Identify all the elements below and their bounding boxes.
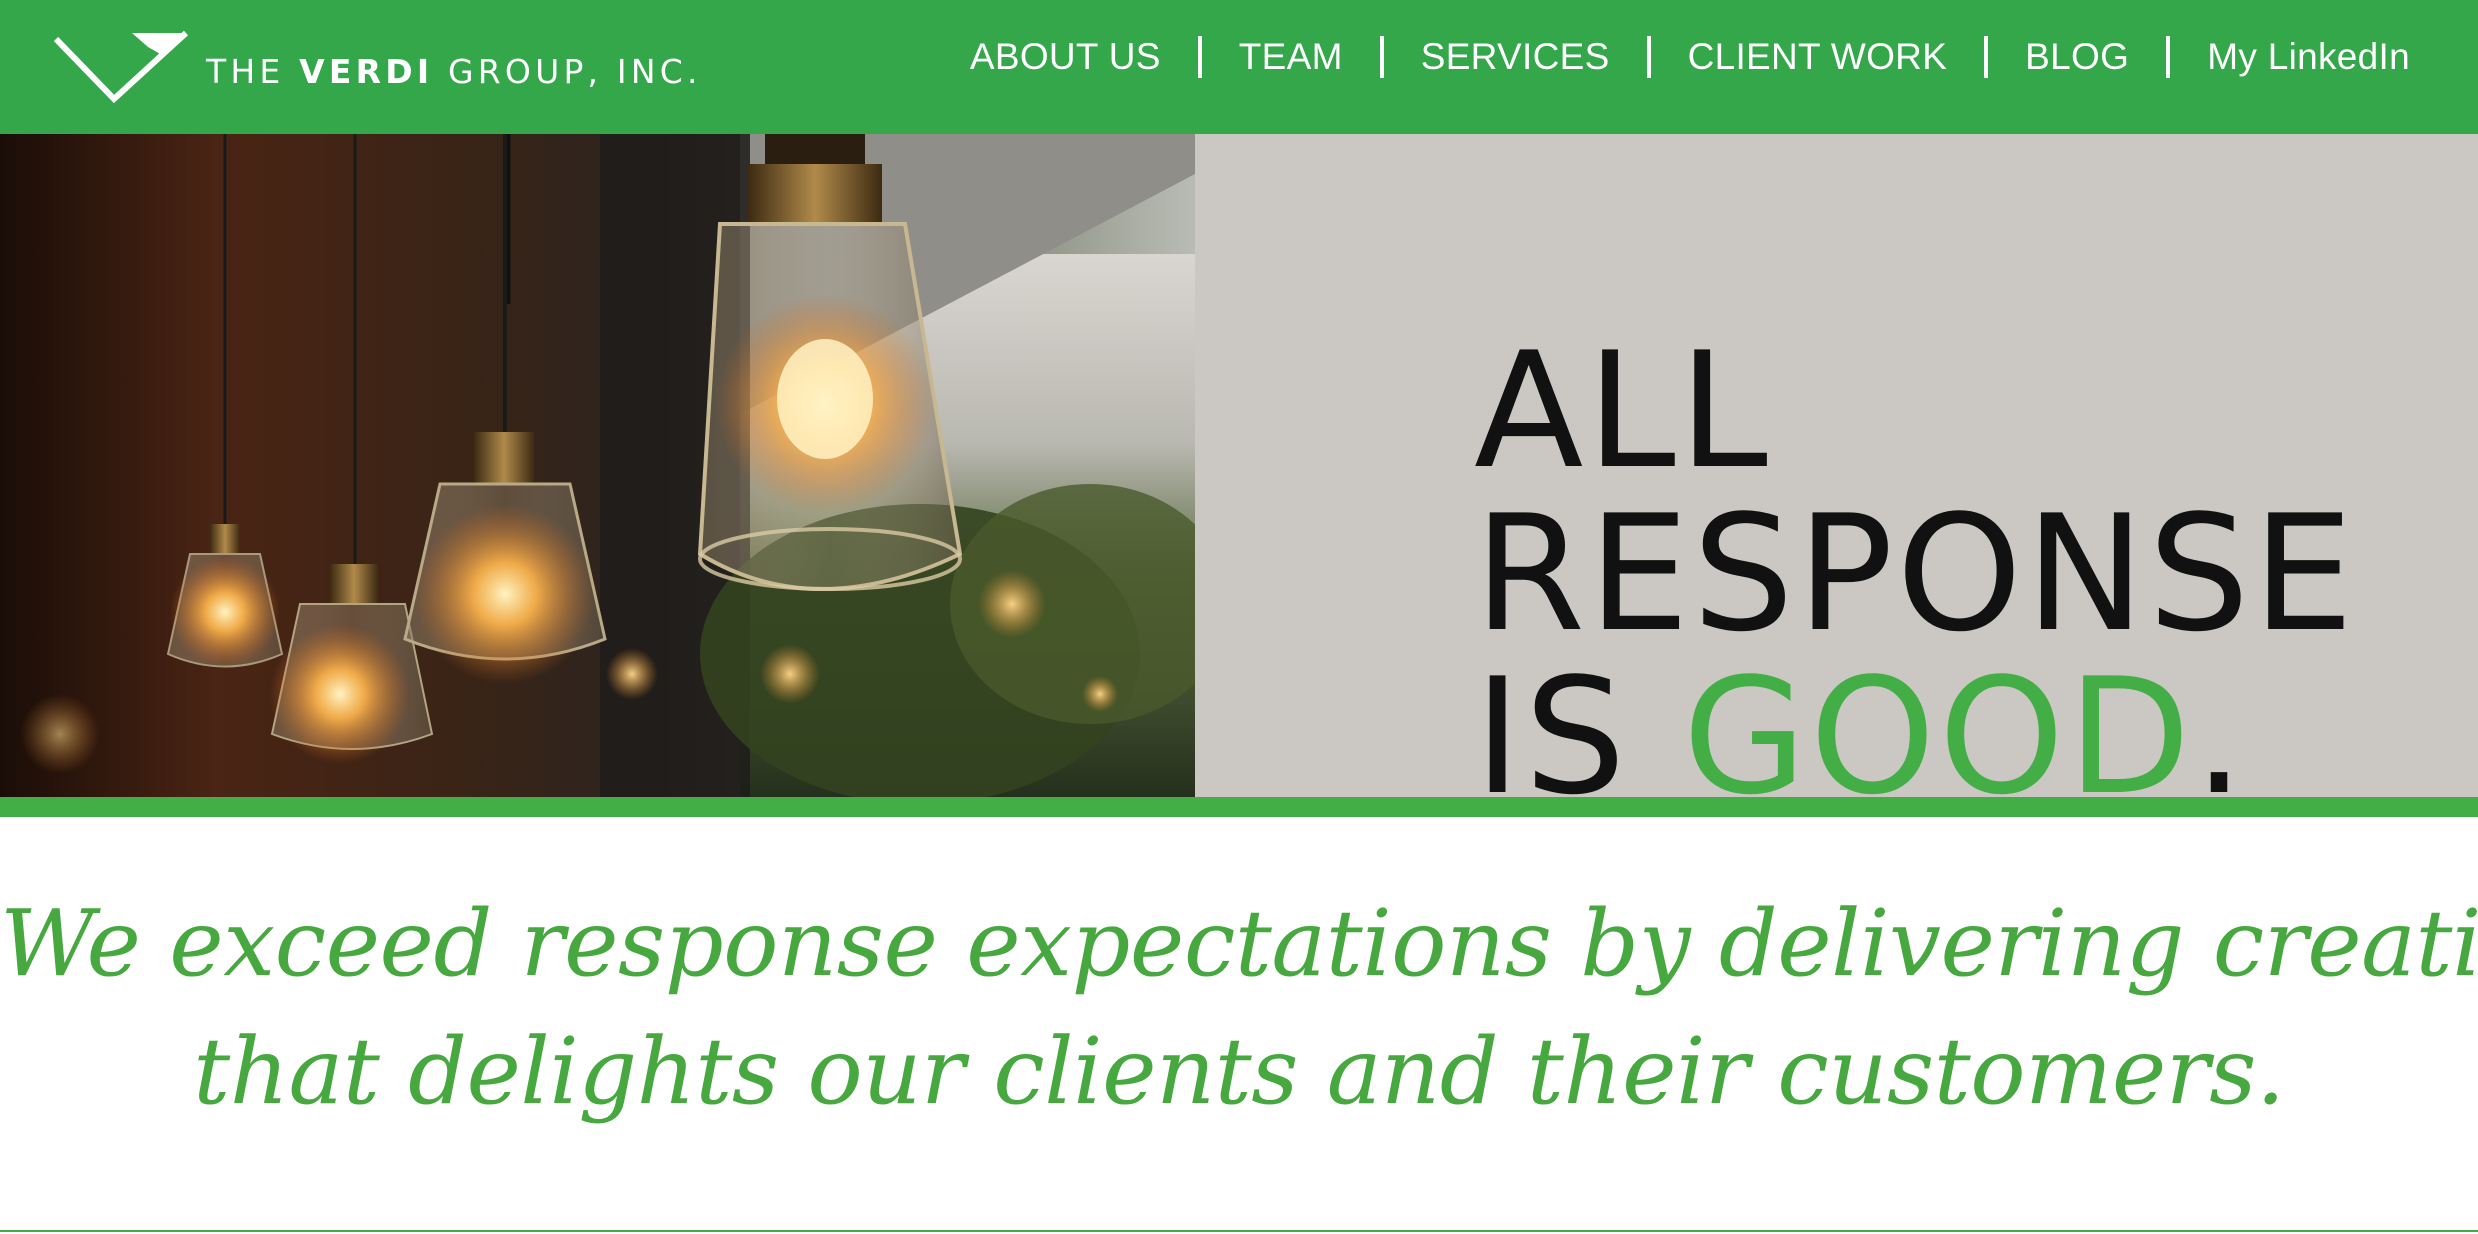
logo-text-the: THE: [206, 51, 285, 91]
logo-wordmark: THE VERDI GROUP, INC.: [206, 52, 702, 91]
headline-period: .: [2193, 643, 2248, 797]
section-divider: [0, 1230, 2478, 1232]
nav-divider: [1379, 36, 1384, 78]
headline-good: GOOD: [1682, 643, 2194, 797]
nav-about-us[interactable]: ABOUT US: [970, 36, 1161, 78]
nav-divider: [1646, 36, 1651, 78]
nav-services[interactable]: SERVICES: [1421, 36, 1610, 78]
check-v-logo-icon: [53, 30, 189, 104]
headline-is: IS: [1474, 643, 1629, 797]
hanging-edison-bulb-lamps-photo: [0, 134, 1195, 797]
tagline: We exceed response expectations by deliv…: [0, 880, 2478, 1136]
tagline-line-1: We exceed response expectations by deliv…: [0, 890, 2478, 997]
main-nav: ABOUT US TEAM SERVICES CLIENT WORK BLOG …: [970, 0, 2410, 114]
nav-team[interactable]: TEAM: [1239, 36, 1343, 78]
nav-divider: [1197, 36, 1202, 78]
logo-text-group: GROUP, INC.: [448, 51, 702, 91]
hero-banner: ALL RESPONSE IS GOOD.: [0, 134, 2478, 797]
headline-line-1: ALL: [1474, 317, 1771, 505]
nav-client-work[interactable]: CLIENT WORK: [1688, 36, 1948, 78]
site-logo[interactable]: THE VERDI GROUP, INC.: [52, 26, 702, 106]
hero-headline: ALL RESPONSE IS GOOD.: [1474, 329, 2357, 797]
logo-text-verdi: VERDI: [299, 51, 434, 91]
nav-my-linkedin[interactable]: My LinkedIn: [2207, 36, 2410, 78]
hero-bottom-divider: [0, 797, 2478, 817]
headline-line-2: RESPONSE: [1474, 480, 2357, 668]
nav-divider: [2166, 36, 2171, 78]
headline-line-3: IS GOOD.: [1474, 655, 2357, 797]
site-header: THE VERDI GROUP, INC. ABOUT US TEAM SERV…: [0, 0, 2478, 134]
tagline-line-2: that delights our clients and their cust…: [193, 1018, 2285, 1125]
nav-blog[interactable]: BLOG: [2025, 36, 2129, 78]
nav-divider: [1984, 36, 1989, 78]
